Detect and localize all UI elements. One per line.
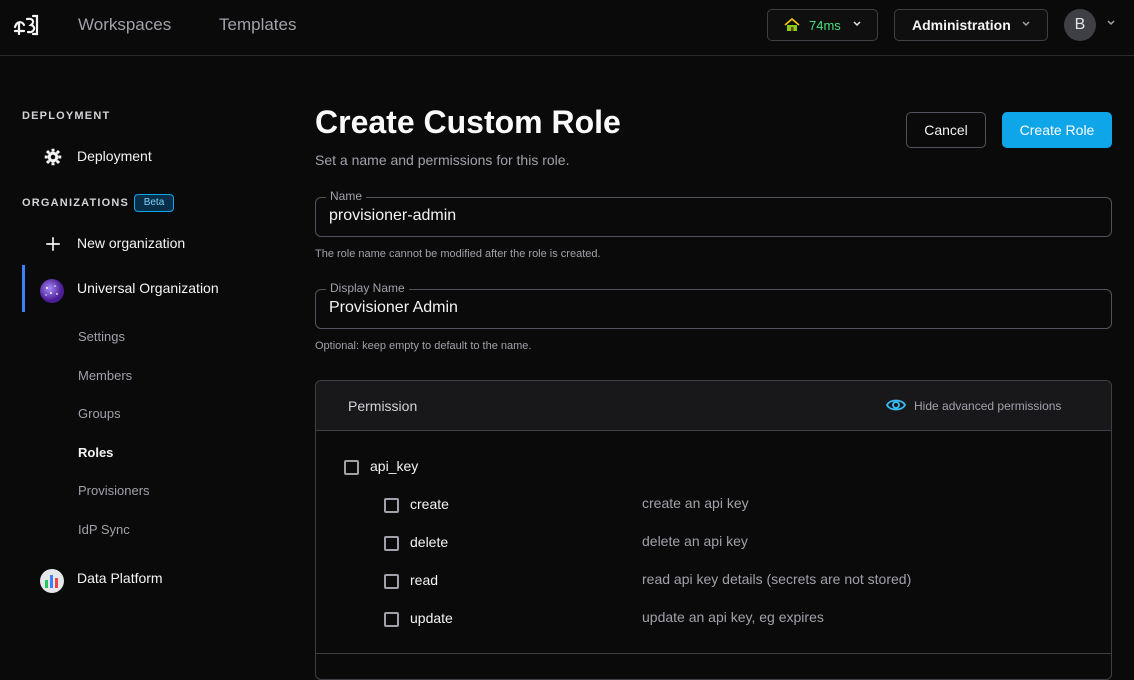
sidebar-item-label: Data Platform <box>77 570 163 586</box>
sidebar-item-label: New organization <box>77 235 186 251</box>
resource-name: api_key <box>370 458 419 474</box>
action-name: delete <box>410 534 449 550</box>
name-input[interactable] <box>329 207 1089 225</box>
action-description: update an api key, eg expires <box>642 609 824 625</box>
action-name: update <box>410 610 453 626</box>
sidebar-sub-provisioners[interactable]: Provisioners <box>78 483 150 498</box>
checkbox-create[interactable] <box>384 498 399 513</box>
permissions-table: Permission Hide advanced permissions api… <box>315 380 1112 680</box>
checkbox-update[interactable] <box>384 612 399 627</box>
sidebar-sub-settings[interactable]: Settings <box>78 329 125 344</box>
sidebar-item-new-organization[interactable]: New organization <box>40 230 290 258</box>
sidebar-sub-roles[interactable]: Roles <box>78 445 113 460</box>
region-house-icon <box>784 18 800 31</box>
sidebar-item-universal-organization[interactable]: Universal Organization <box>40 275 290 303</box>
page-title: Create Custom Role <box>315 104 621 140</box>
deployment-heading: DEPLOYMENT <box>22 110 111 122</box>
organizations-heading: ORGANIZATIONS <box>22 197 130 209</box>
sidebar-item-data-platform[interactable]: Data Platform <box>40 565 290 593</box>
nav-templates[interactable]: Templates <box>219 15 296 35</box>
sidebar-item-deployment[interactable]: Deployment <box>40 143 290 171</box>
top-bar: Workspaces Templates 74ms Administration… <box>0 0 1134 56</box>
name-field-label: Name <box>326 189 367 203</box>
sidebar-item-label: Universal Organization <box>77 280 219 296</box>
row-divider <box>316 653 1111 654</box>
coder-logo-icon[interactable] <box>13 13 39 37</box>
chevron-down-icon <box>853 21 861 27</box>
page-subtitle: Set a name and permissions for this role… <box>315 152 570 168</box>
sidebar-sub-idp-sync[interactable]: IdP Sync <box>78 522 130 537</box>
hide-advanced-permissions-toggle[interactable]: Hide advanced permissions <box>914 399 1061 413</box>
display-name-helper-text: Optional: keep empty to default to the n… <box>315 340 532 352</box>
create-role-button[interactable]: Create Role <box>1002 112 1112 148</box>
nav-workspaces[interactable]: Workspaces <box>78 15 171 35</box>
checkbox-delete[interactable] <box>384 536 399 551</box>
display-name-input[interactable] <box>329 299 1089 317</box>
action-description: read api key details (secrets are not st… <box>642 571 912 587</box>
main-content: Create Custom Role Set a name and permis… <box>315 57 1112 680</box>
action-description: delete an api key <box>642 533 748 549</box>
chevron-down-icon[interactable] <box>1106 19 1116 27</box>
sidebar-item-label: Deployment <box>77 148 152 164</box>
eye-icon[interactable] <box>886 397 906 413</box>
user-avatar[interactable]: B <box>1064 9 1096 41</box>
data-platform-avatar-icon <box>40 569 64 593</box>
plus-icon <box>46 237 60 251</box>
latency-value: 74ms <box>809 18 841 33</box>
permissions-header: Permission Hide advanced permissions <box>316 381 1111 431</box>
gear-icon <box>44 148 62 166</box>
latency-dropdown[interactable]: 74ms <box>767 9 878 41</box>
action-name: read <box>410 572 439 588</box>
cancel-button[interactable]: Cancel <box>906 112 986 148</box>
sidebar-sub-groups[interactable]: Groups <box>78 406 121 421</box>
administration-dropdown[interactable]: Administration <box>894 9 1048 41</box>
active-indicator <box>22 265 25 312</box>
action-name: create <box>410 496 449 512</box>
sidebar-sub-members[interactable]: Members <box>78 368 132 383</box>
beta-badge: Beta <box>134 194 174 212</box>
organization-avatar-icon <box>40 279 64 303</box>
name-helper-text: The role name cannot be modified after t… <box>315 248 601 260</box>
permission-column-header: Permission <box>348 398 418 414</box>
chevron-down-icon <box>1022 21 1030 27</box>
sidebar: DEPLOYMENT Deployment ORGANIZATIONS Beta… <box>0 57 290 666</box>
checkbox-api-key[interactable] <box>344 460 359 475</box>
display-name-field[interactable]: Display Name <box>315 281 1112 329</box>
checkbox-read[interactable] <box>384 574 399 589</box>
administration-label: Administration <box>912 17 1011 33</box>
action-description: create an api key <box>642 495 749 511</box>
display-name-field-label: Display Name <box>326 281 409 295</box>
name-field[interactable]: Name <box>315 189 1112 237</box>
